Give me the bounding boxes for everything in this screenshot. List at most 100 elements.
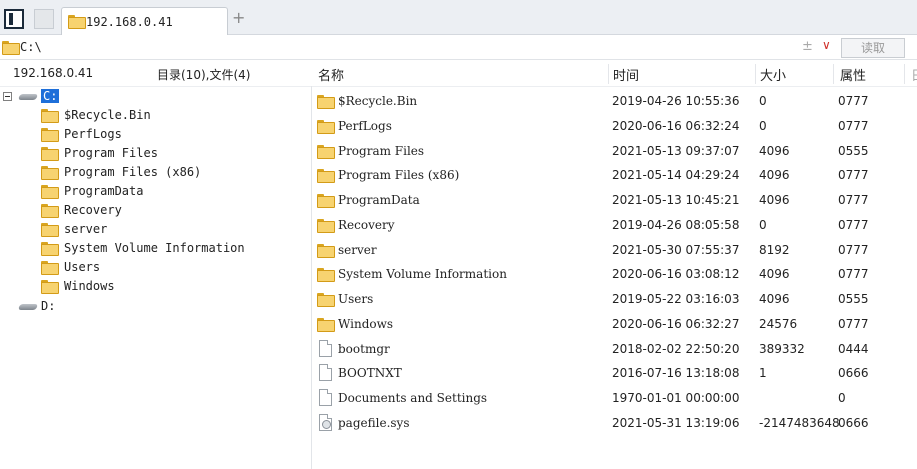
folder-icon <box>2 41 20 55</box>
tree-item-label: ProgramData <box>64 184 144 198</box>
folder-icon <box>317 318 335 332</box>
file-size: -2147483648 <box>759 416 840 430</box>
file-icon <box>319 340 332 357</box>
file-size: 8192 <box>759 243 790 257</box>
file-row[interactable]: Documents and Settings 1970-01-01 00:00:… <box>312 386 917 410</box>
file-attr: 0555 <box>838 144 869 158</box>
file-name: Recovery <box>338 218 395 232</box>
file-row[interactable]: Recovery 2019-04-26 08:05:58 0 0777 <box>312 213 917 237</box>
file-attr: 0666 <box>838 416 869 430</box>
column-divider[interactable] <box>904 64 905 84</box>
tab-host[interactable]: 192.168.0.41 <box>61 7 228 35</box>
file-name: $Recycle.Bin <box>338 94 418 108</box>
dir-file-count: 目录(10),文件(4) <box>157 68 251 82</box>
drive-icon <box>19 302 39 311</box>
system-file-icon <box>319 414 332 431</box>
file-time: 2019-04-26 08:05:58 <box>612 218 740 232</box>
tree-item-label: server <box>64 222 108 236</box>
file-name: Windows <box>338 317 394 331</box>
folder-icon <box>317 120 335 134</box>
folder-icon <box>317 244 335 258</box>
folder-icon <box>41 223 59 237</box>
column-header-extra[interactable]: 日 <box>911 65 917 84</box>
tree-drive-d[interactable]: D: <box>41 299 55 313</box>
file-size: 389332 <box>759 342 805 356</box>
folder-icon <box>68 15 86 29</box>
file-row[interactable]: Users 2019-05-22 03:16:03 4096 0555 <box>312 287 917 311</box>
file-time: 1970-01-01 00:00:00 <box>612 391 740 405</box>
file-name: Program Files <box>338 144 425 158</box>
file-attr: 0444 <box>838 342 869 356</box>
file-size: 4096 <box>759 193 790 207</box>
tab-label: 192.168.0.41 <box>86 15 173 29</box>
file-time: 2020-06-16 06:32:24 <box>612 119 740 133</box>
tree-item-label: Windows <box>64 279 115 293</box>
folder-icon <box>41 261 59 275</box>
column-header-time[interactable]: 时间 <box>613 65 639 84</box>
read-button[interactable]: 读取 <box>841 38 905 58</box>
file-attr: 0777 <box>838 168 869 182</box>
file-name: PerfLogs <box>338 119 392 133</box>
column-header-name[interactable]: 名称 <box>318 65 344 84</box>
file-attr: 0777 <box>838 193 869 207</box>
file-size: 24576 <box>759 317 798 331</box>
file-row[interactable]: $Recycle.Bin 2019-04-26 10:55:36 0 0777 <box>312 89 917 113</box>
add-tab-button[interactable]: + <box>232 10 245 26</box>
file-name: Users <box>338 292 374 306</box>
file-size: 0 <box>759 94 767 108</box>
file-name: server <box>338 243 377 257</box>
host-label: 192.168.0.41 <box>13 66 94 80</box>
column-divider[interactable] <box>833 64 834 84</box>
file-time: 2021-05-13 10:45:21 <box>612 193 740 207</box>
file-time: 2019-04-26 10:55:36 <box>612 94 740 108</box>
folder-icon <box>317 169 335 183</box>
file-row[interactable]: Program Files 2021-05-13 09:37:07 4096 0… <box>312 139 917 163</box>
path-input[interactable]: C:\ <box>20 40 42 54</box>
folder-icon <box>317 194 335 208</box>
file-time: 2021-05-31 13:19:06 <box>612 416 740 430</box>
file-attr: 0 <box>838 391 846 405</box>
file-time: 2020-06-16 03:08:12 <box>612 267 740 281</box>
file-time: 2021-05-14 04:29:24 <box>612 168 740 182</box>
folder-icon <box>41 147 59 161</box>
file-row[interactable]: Program Files (x86) 2021-05-14 04:29:24 … <box>312 163 917 187</box>
file-attr: 0666 <box>838 366 869 380</box>
folder-icon <box>41 166 59 180</box>
file-row[interactable]: PerfLogs 2020-06-16 06:32:24 0 0777 <box>312 114 917 138</box>
file-attr: 0777 <box>838 94 869 108</box>
tree-item-label: Recovery <box>64 203 122 217</box>
column-divider[interactable] <box>608 64 609 84</box>
file-attr: 0777 <box>838 218 869 232</box>
folder-icon <box>317 145 335 159</box>
collapse-toggle-icon[interactable] <box>3 92 12 101</box>
file-row[interactable]: Windows 2020-06-16 06:32:27 24576 0777 <box>312 312 917 336</box>
file-time: 2021-05-30 07:55:37 <box>612 243 740 257</box>
file-size: 1 <box>759 366 767 380</box>
sort-icon[interactable]: ± <box>802 39 813 54</box>
folder-icon <box>41 204 59 218</box>
file-size: 4096 <box>759 267 790 281</box>
chevron-down-icon[interactable]: ∨ <box>822 38 831 52</box>
file-attr: 0777 <box>838 243 869 257</box>
file-row[interactable]: server 2021-05-30 07:55:37 8192 0777 <box>312 238 917 262</box>
file-size: 4096 <box>759 292 790 306</box>
file-name: ProgramData <box>338 193 420 207</box>
grid-view-button[interactable] <box>34 9 54 29</box>
file-row[interactable]: BOOTNXT 2016-07-16 13:18:08 1 0666 <box>312 361 917 385</box>
file-row[interactable]: System Volume Information 2020-06-16 03:… <box>312 262 917 286</box>
tree-drive-c[interactable]: C: <box>41 89 60 103</box>
file-row[interactable]: bootmgr 2018-02-02 22:50:20 389332 0444 <box>312 337 917 361</box>
folder-icon <box>41 185 59 199</box>
folder-icon <box>41 242 59 256</box>
file-row[interactable]: pagefile.sys 2021-05-31 13:19:06 -214748… <box>312 411 917 435</box>
column-divider[interactable] <box>755 64 756 84</box>
file-icon <box>319 389 332 406</box>
sidebar-toggle-button[interactable] <box>4 9 24 29</box>
file-attr: 0777 <box>838 317 869 331</box>
file-row[interactable]: ProgramData 2021-05-13 10:45:21 4096 077… <box>312 188 917 212</box>
column-header-size[interactable]: 大小 <box>760 65 786 84</box>
file-attr: 0555 <box>838 292 869 306</box>
file-attr: 0777 <box>838 119 869 133</box>
file-size: 4096 <box>759 144 790 158</box>
column-header-attr[interactable]: 属性 <box>840 65 866 84</box>
